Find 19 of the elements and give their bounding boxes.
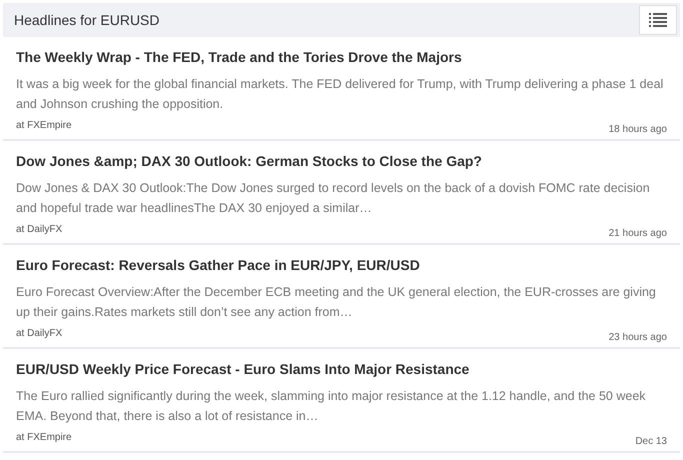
headline-summary: Euro Forecast Overview:After the December ECB meeting and the UK general election, the EUR-crosses are giving up their gains.Rates markets still don’t see any action from… xyxy=(16,284,657,321)
header-title: Headlines for EURUSD xyxy=(14,10,160,30)
timestamp: 18 hours ago xyxy=(608,123,667,137)
timestamp: 21 hours ago xyxy=(608,227,667,241)
source-label: at FXEmpire xyxy=(16,431,72,445)
headline-link[interactable]: The Weekly Wrap - The FED, Trade and the Tories Drove the Majors xyxy=(16,47,462,67)
headline-link[interactable]: Euro Forecast: Reversals Gather Pace in EUR/JPY, EUR/USD xyxy=(16,255,420,275)
source-label: at DailyFX xyxy=(16,327,62,341)
timestamp: Dec 13 xyxy=(635,435,667,449)
source-label: at FXEmpire xyxy=(16,119,72,133)
headline-summary: Dow Jones & DAX 30 Outlook:The Dow Jones surged to record levels on the back of a dovish FOMC rate decision and hopeful trade war headlinesThe DAX 30 enjoyed a similar… xyxy=(16,180,651,217)
headline-link[interactable]: Dow Jones &amp; DAX 30 Outlook: German Stocks to Close the Gap? xyxy=(16,151,482,171)
timestamp: 23 hours ago xyxy=(608,331,667,345)
headline-summary: It was a big week for the global financial markets. The FED delivered for Trump, with Trump delivering a phase 1 deal and Johnson crushing the opposition. xyxy=(16,76,664,113)
list-icon xyxy=(649,13,667,27)
headline-link[interactable]: EUR/USD Weekly Price Forecast - Euro Slams Into Major Resistance xyxy=(16,359,470,379)
source-label: at DailyFX xyxy=(16,223,62,237)
list-view-button[interactable] xyxy=(639,5,677,35)
headline-summary: The Euro rallied significantly during the week, slamming into major resistance at the 1.12 handle, and the 50 week EMA. Beyond that, there is also a lot of resistance in… xyxy=(16,388,647,425)
